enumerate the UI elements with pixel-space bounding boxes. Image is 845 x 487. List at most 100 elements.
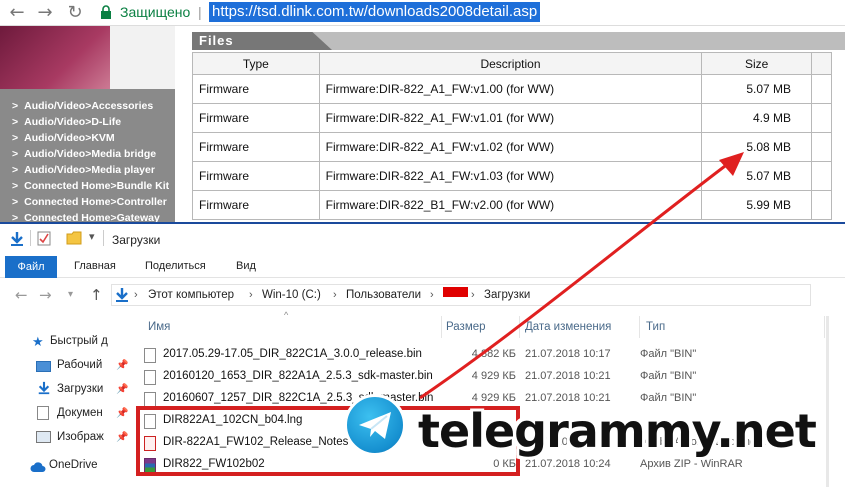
back-arrow-icon[interactable]: ← (15, 286, 28, 304)
sort-caret-icon: ^ (284, 310, 289, 320)
nav-downloads[interactable]: Загрузки (57, 383, 103, 395)
properties-check-icon[interactable] (37, 231, 51, 246)
files-table-header: Type Description Size (192, 52, 832, 75)
quick-access-dropdown-icon[interactable]: ▾ (89, 230, 95, 243)
back-arrow-icon[interactable]: ← (6, 3, 28, 23)
url-field[interactable]: https://tsd.dlink.com.tw/downloads2008de… (209, 2, 541, 22)
table-row[interactable]: Firmware Firmware:DIR-822_A1_FW:v1.03 (f… (192, 161, 832, 191)
navigation-pane: ★ Быстрый д Рабочий 📌 Загрузки 📌 Докумен… (0, 320, 130, 487)
category-link[interactable]: > Connected Home>Bundle Kit (0, 178, 175, 194)
column-header-date[interactable]: Дата изменения (525, 321, 611, 333)
category-link[interactable]: > Audio/Video>Media bridge (0, 146, 175, 162)
star-icon: ★ (32, 334, 44, 349)
file-size-cell: 4.9 MB (701, 103, 813, 133)
nav-onedrive[interactable]: OneDrive (49, 459, 98, 471)
nav-documents[interactable]: Докумен (57, 407, 103, 419)
file-description-link[interactable]: Firmware:DIR-822_B1_FW:v2.00 (for WW) (318, 190, 703, 220)
column-header-type[interactable]: Тип (646, 321, 665, 333)
nav-desktop[interactable]: Рабочий (57, 359, 102, 371)
column-divider[interactable] (441, 316, 442, 338)
category-link[interactable]: > Audio/Video>Accessories (0, 98, 175, 114)
new-folder-icon[interactable] (66, 231, 82, 245)
file-type: Файл "BIN" (640, 370, 697, 382)
category-link[interactable]: > Audio/Video>D-Life (0, 114, 175, 130)
file-date: 21.07.2018 10:17 (525, 348, 611, 360)
tab-share[interactable]: Поделиться (145, 260, 206, 272)
redacted-username (443, 287, 468, 297)
category-link[interactable]: > Audio/Video>KVM (0, 130, 175, 146)
banner-photo-background (110, 26, 175, 89)
desktop-icon (36, 361, 51, 372)
column-header-size[interactable]: Размер (446, 321, 486, 333)
file-description-link[interactable]: Firmware:DIR-822_A1_FW:v1.00 (for WW) (318, 74, 703, 104)
breadcrumb-this-pc[interactable]: Этот компьютер (148, 289, 234, 301)
spacer-cell (811, 103, 832, 133)
download-arrow-icon[interactable] (10, 231, 24, 247)
category-link[interactable]: > Connected Home>Controller (0, 194, 175, 210)
table-row[interactable]: Firmware Firmware:DIR-822_B1_FW:v2.00 (f… (192, 190, 832, 220)
cloud-icon (30, 462, 46, 472)
file-description-link[interactable]: Firmware:DIR-822_A1_FW:v1.01 (for WW) (318, 103, 703, 133)
file-date: 21.07.2018 10:21 (525, 370, 611, 382)
spacer-cell (811, 190, 832, 220)
list-item[interactable]: 20160120_1653_DIR_822A1A_2.5.3_sdk-maste… (136, 367, 826, 388)
breadcrumb-chevron-icon[interactable]: › (333, 289, 337, 301)
spacer-cell (811, 74, 832, 104)
file-description-link[interactable]: Firmware:DIR-822_A1_FW:v1.03 (for WW) (318, 161, 703, 191)
column-divider[interactable] (519, 316, 520, 338)
file-icon (144, 392, 156, 407)
pin-icon[interactable]: 📌 (116, 360, 128, 371)
file-type-cell: Firmware (192, 161, 320, 191)
browser-window: ← → ↻ Защищено | https://tsd.dlink.com.t… (0, 0, 845, 224)
breadcrumb-chevron-icon[interactable]: › (471, 289, 475, 301)
explorer-title-bar: ▾ Загрузки (0, 224, 845, 254)
toolbar-divider (103, 230, 104, 246)
spacer-cell (811, 161, 832, 191)
secure-label: Защищено (120, 4, 191, 20)
pin-icon[interactable]: 📌 (116, 384, 128, 395)
breadcrumb-chevron-icon[interactable]: › (249, 289, 253, 301)
breadcrumb-drive[interactable]: Win-10 (C:) (262, 289, 321, 301)
column-header-name[interactable]: Имя (148, 321, 170, 333)
file-date: 21.07.2018 10:21 (525, 392, 611, 404)
category-link[interactable]: > Audio/Video>Media player (0, 162, 175, 178)
file-description-link[interactable]: Firmware:DIR-822_A1_FW:v1.02 (for WW) (318, 132, 703, 162)
table-row[interactable]: Firmware Firmware:DIR-822_A1_FW:v1.01 (f… (192, 103, 832, 133)
up-arrow-icon[interactable]: ↑ (90, 286, 103, 304)
tab-home[interactable]: Главная (74, 260, 116, 272)
tab-file[interactable]: Файл (5, 256, 57, 278)
nav-pictures[interactable]: Изображ (57, 431, 104, 443)
file-size: 4 929 КБ (471, 370, 516, 382)
file-size: 4 929 КБ (471, 392, 516, 404)
forward-arrow-icon[interactable]: → (39, 286, 52, 304)
breadcrumb-chevron-icon[interactable]: › (430, 289, 434, 301)
file-size-cell: 5.07 MB (701, 161, 813, 191)
file-icon (144, 348, 156, 363)
nav-quick-access[interactable]: Быстрый д (50, 335, 108, 347)
file-type-cell: Firmware (192, 190, 320, 220)
table-row[interactable]: Firmware Firmware:DIR-822_A1_FW:v1.00 (f… (192, 74, 832, 104)
document-icon (37, 406, 49, 420)
pin-icon[interactable]: 📌 (116, 408, 128, 419)
vertical-scrollbar[interactable] (826, 316, 829, 487)
toolbar-divider (30, 230, 31, 246)
recent-dropdown-icon[interactable]: ▾ (68, 289, 73, 300)
breadcrumb-users[interactable]: Пользователи (346, 289, 421, 301)
address-separator: | (198, 4, 202, 20)
breadcrumb-chevron-icon[interactable]: › (134, 289, 138, 301)
download-arrow-icon (38, 381, 50, 395)
column-header-description: Description (318, 52, 703, 75)
column-header-type: Type (192, 52, 320, 75)
table-row[interactable]: Firmware Firmware:DIR-822_A1_FW:v1.02 (f… (192, 132, 832, 162)
pin-icon[interactable]: 📌 (116, 432, 128, 443)
column-divider[interactable] (639, 316, 640, 338)
reload-icon[interactable]: ↻ (64, 3, 86, 23)
file-type: Файл "BIN" (640, 392, 697, 404)
forward-arrow-icon[interactable]: → (34, 3, 56, 23)
tab-view[interactable]: Вид (236, 260, 256, 272)
file-name: 2017.05.29-17.05_DIR_822C1A_3.0.0_releas… (163, 348, 422, 360)
breadcrumb-downloads[interactable]: Загрузки (484, 289, 530, 301)
list-item[interactable]: 2017.05.29-17.05_DIR_822C1A_3.0.0_releas… (136, 345, 826, 366)
files-header-bar: Files (192, 32, 845, 50)
column-divider[interactable] (824, 316, 825, 338)
